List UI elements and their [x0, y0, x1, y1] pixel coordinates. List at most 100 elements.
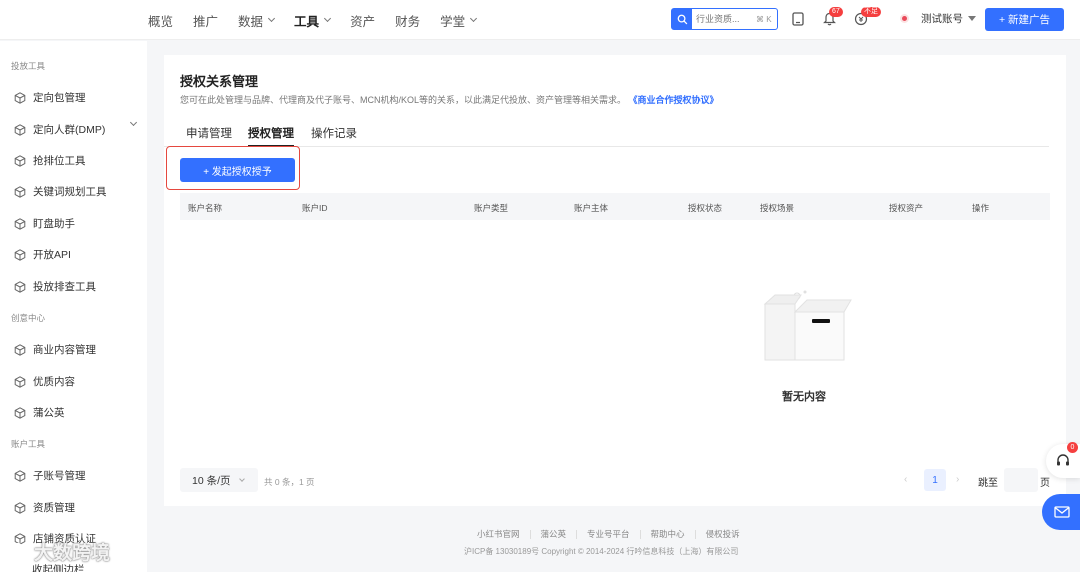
sidebar-item-commercial-content[interactable]: 商业内容管理: [14, 342, 96, 357]
divider: [576, 529, 578, 539]
watermark-logo: 大数跨境: [6, 538, 110, 565]
tab-authorizations[interactable]: 授权管理: [248, 125, 294, 147]
page-unit-label: 页: [1040, 478, 1050, 489]
divider: [529, 529, 531, 539]
page-description: 您可在此处管理与品牌、代理商及代子账号、MCN机构/KOL等的关系，以此满足代投…: [180, 93, 719, 106]
main-card: 授权关系管理 您可在此处管理与品牌、代理商及代子账号、MCN机构/KOL等的关系…: [164, 55, 1066, 506]
column-header: 账户名称: [188, 203, 223, 213]
cube-icon: [14, 406, 26, 419]
footer-link[interactable]: 帮助中心: [651, 528, 685, 540]
search-shortcut-hint: ⌘ K: [756, 14, 772, 24]
page-size-select[interactable]: 10 条/页: [180, 468, 258, 492]
column-header: 授权资产: [889, 203, 924, 213]
sidebar-item-sub-accounts[interactable]: 子账号管理: [14, 468, 86, 483]
chevron-down-icon: [324, 14, 332, 23]
sidebar-item-quality-content[interactable]: 优质内容: [14, 374, 75, 389]
bell-icon[interactable]: 67: [821, 7, 843, 27]
watermark-text: 大数跨境: [34, 543, 111, 564]
footer-link[interactable]: 专业号平台: [587, 528, 630, 540]
sidebar-item-open-api[interactable]: 开放API: [14, 247, 71, 262]
next-page-button[interactable]: ›: [956, 474, 959, 485]
nav-item-promotion[interactable]: 推广: [193, 11, 218, 30]
pagination-total: 共 0 条，1 页: [264, 477, 315, 487]
nav-item-label: 概览: [148, 14, 174, 29]
column-header: 账户ID: [302, 203, 328, 213]
sidebar-item-label: 子账号管理: [33, 470, 86, 482]
divider: [639, 529, 641, 539]
nav-item-assets[interactable]: 资产: [350, 11, 375, 30]
nav-item-overview[interactable]: 概览: [148, 11, 173, 30]
watermark-icon: [6, 542, 28, 561]
column-header: 操作: [972, 203, 990, 213]
table-header: 账户名称 账户ID 账户类型 账户主体 授权状态 授权场景 授权资产 操作: [180, 193, 1050, 220]
nav-item-label: 数据: [238, 14, 264, 29]
sidebar-item-ranking-tool[interactable]: 抢排位工具: [14, 153, 86, 168]
footer-link[interactable]: 侵权投诉: [706, 528, 740, 540]
prev-page-button[interactable]: ‹: [904, 474, 907, 485]
nav-item-label: 资产: [350, 14, 376, 29]
cube-icon: [14, 375, 26, 388]
nav-item-data[interactable]: 数据: [238, 11, 276, 30]
sidebar-item-pugongying[interactable]: 蒲公英: [14, 405, 65, 420]
message-button[interactable]: [1042, 494, 1080, 530]
search-input[interactable]: [696, 14, 754, 24]
sidebar-item-label: 定向人群(DMP): [33, 124, 106, 136]
balance-icon[interactable]: 不足: [853, 7, 881, 27]
jump-page-input[interactable]: [1004, 468, 1038, 492]
chevron-down-icon[interactable]: [129, 118, 138, 127]
nav-item-label: 工具: [294, 14, 320, 29]
tab-bar: 申请管理 授权管理 操作记录: [164, 119, 1049, 147]
agreement-link[interactable]: 《商业合作授权协议》: [629, 95, 719, 105]
top-nav-bar: 概览 推广 数据 工具 资产 财务 学堂 ⌘ K 67 不足 测试账号 + 新建…: [0, 0, 1080, 40]
search-icon[interactable]: [672, 9, 692, 29]
sidebar-section-title: 创意中心: [11, 313, 46, 323]
cube-icon: [14, 123, 26, 136]
sidebar-item-keyword-planner[interactable]: 关键词规划工具: [14, 184, 107, 199]
sidebar-item-qualifications[interactable]: 资质管理: [14, 500, 75, 515]
column-header: 账户主体: [574, 203, 609, 213]
sidebar-item-label: 定向包管理: [33, 92, 86, 104]
tab-operation-log[interactable]: 操作记录: [311, 125, 357, 147]
footer-link[interactable]: 蒲公英: [541, 528, 567, 540]
caret-down-icon: [968, 16, 976, 21]
cube-icon: [14, 185, 26, 198]
sidebar-item-label: 抢排位工具: [33, 155, 86, 167]
sidebar-item-label: 投放排查工具: [33, 281, 96, 293]
cube-icon: [14, 501, 26, 514]
nav-item-tools[interactable]: 工具: [294, 11, 332, 30]
current-page[interactable]: 1: [924, 469, 946, 491]
sidebar-item-dmp[interactable]: 定向人群(DMP): [14, 122, 105, 137]
main-nav: 概览 推广 数据 工具 资产 财务 学堂: [148, 0, 496, 40]
help-badge: 0: [1067, 442, 1078, 453]
cube-icon: [14, 343, 26, 356]
sidebar-item-label: 蒲公英: [33, 407, 65, 419]
account-switcher[interactable]: 测试账号: [900, 11, 976, 26]
footer-links: 小红书官网 蒲公英 专业号平台 帮助中心 侵权投诉: [477, 528, 740, 540]
footer-link[interactable]: 小红书官网: [477, 528, 520, 540]
chevron-down-icon: [238, 475, 245, 482]
customer-service-button[interactable]: 0: [1046, 442, 1080, 478]
jump-label: 跳至: [978, 478, 998, 489]
empty-box-illustration: [761, 290, 857, 368]
nav-item-finance[interactable]: 财务: [395, 11, 420, 30]
sidebar-item-label: 开放API: [33, 249, 71, 261]
cube-icon: [14, 154, 26, 167]
nav-item-label: 学堂: [440, 14, 466, 29]
nav-item-label: 推广: [193, 14, 219, 29]
new-ad-button[interactable]: + 新建广告: [985, 8, 1064, 31]
tab-applications[interactable]: 申请管理: [186, 125, 232, 147]
sidebar-item-monitor-assistant[interactable]: 盯盘助手: [14, 216, 75, 231]
sidebar-item-audience-package[interactable]: 定向包管理: [14, 90, 86, 105]
mail-icon: [1054, 506, 1070, 518]
balance-status-badge: 不足: [861, 7, 881, 17]
divider: [694, 529, 696, 539]
nav-item-academy[interactable]: 学堂: [440, 11, 478, 30]
sidebar-item-troubleshoot-tool[interactable]: 投放排查工具: [14, 279, 96, 294]
cube-icon: [14, 91, 26, 104]
grant-authorization-button[interactable]: + 发起授权授予: [180, 158, 295, 182]
tablet-icon[interactable]: [790, 11, 806, 27]
nav-item-label: 财务: [395, 14, 421, 29]
empty-state-text: 暂无内容: [782, 391, 826, 403]
chevron-down-icon: [470, 14, 478, 23]
cube-icon: [14, 469, 26, 482]
